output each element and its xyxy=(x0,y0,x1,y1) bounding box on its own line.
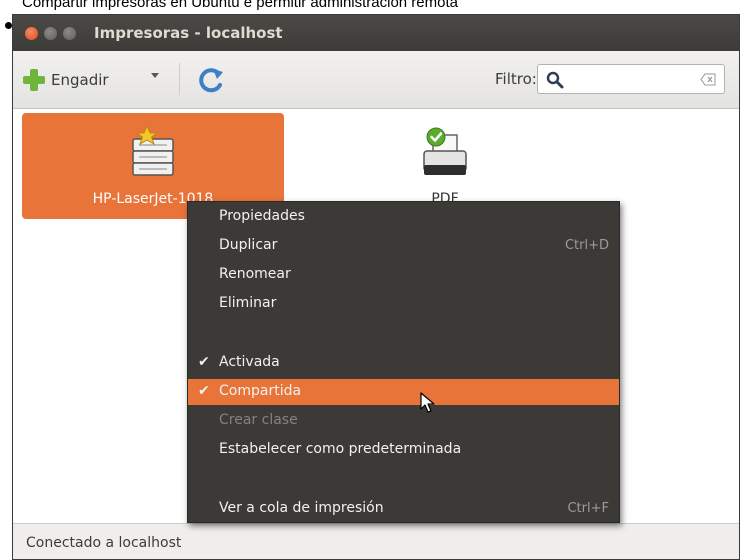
filter-field[interactable] xyxy=(537,64,725,94)
filter-input[interactable] xyxy=(568,69,688,89)
menu-item-shared[interactable]: ✔ Compartida xyxy=(188,379,619,405)
status-bar: Conectado a localhost xyxy=(13,523,739,559)
toolbar-separator xyxy=(179,63,180,95)
menu-item-view-queue[interactable]: Ver a cola de impresión Ctrl+F xyxy=(188,496,619,522)
menu-item-label: Propiedades xyxy=(219,208,305,224)
checkmark-icon: ✔ xyxy=(198,354,210,370)
menu-item-label: Ver a cola de impresión xyxy=(219,500,384,516)
menu-item-label: Estabelecer como predeterminada xyxy=(219,441,462,457)
menu-item-label: Eliminar xyxy=(219,295,277,311)
mouse-cursor-icon xyxy=(420,392,435,413)
add-printer-button[interactable]: Engadir xyxy=(23,67,109,93)
printer-class-icon xyxy=(132,125,174,176)
checkmark-icon: ✔ xyxy=(198,383,210,399)
menu-item-label: Renomear xyxy=(219,266,291,282)
menu-item-set-default[interactable]: Estabelecer como predeterminada xyxy=(188,437,619,463)
printer-icon xyxy=(423,127,467,175)
add-printer-label: Engadir xyxy=(51,71,109,89)
list-bullet xyxy=(5,22,12,29)
menu-item-label: Crear clase xyxy=(219,412,298,428)
menu-item-rename[interactable]: Renomear xyxy=(188,262,619,288)
page-caption: Compartir impresoras en Ubuntu e permiti… xyxy=(22,0,458,11)
status-text: Conectado a localhost xyxy=(26,535,182,551)
maximize-window-button[interactable] xyxy=(63,27,76,40)
menu-item-shortcut: Ctrl+D xyxy=(564,238,609,253)
chevron-down-icon[interactable] xyxy=(151,73,159,78)
title-bar: Impresoras - localhost xyxy=(13,15,739,51)
menu-item-label: Compartida xyxy=(219,383,302,399)
printer-context-menu: Propiedades Duplicar Ctrl+D Renomear Eli… xyxy=(187,201,620,523)
menu-item-properties[interactable]: Propiedades xyxy=(188,204,619,230)
minimize-window-button[interactable] xyxy=(44,27,57,40)
menu-item-create-class: Crear clase xyxy=(188,408,619,434)
plus-icon xyxy=(23,69,45,91)
close-window-button[interactable] xyxy=(25,27,38,40)
window-title: Impresoras - localhost xyxy=(94,24,283,42)
search-icon xyxy=(546,71,564,89)
menu-item-shortcut: Ctrl+F xyxy=(567,501,609,516)
menu-item-enabled[interactable]: ✔ Activada xyxy=(188,350,619,376)
clear-icon[interactable] xyxy=(700,73,716,86)
toolbar: Engadir Filtro: xyxy=(13,51,739,109)
refresh-icon[interactable] xyxy=(197,66,225,94)
menu-item-delete[interactable]: Eliminar xyxy=(188,291,619,317)
filter-label: Filtro: xyxy=(495,70,537,88)
menu-item-label: Activada xyxy=(219,354,280,370)
menu-item-duplicate[interactable]: Duplicar Ctrl+D xyxy=(188,233,619,259)
menu-item-label: Duplicar xyxy=(219,237,278,253)
